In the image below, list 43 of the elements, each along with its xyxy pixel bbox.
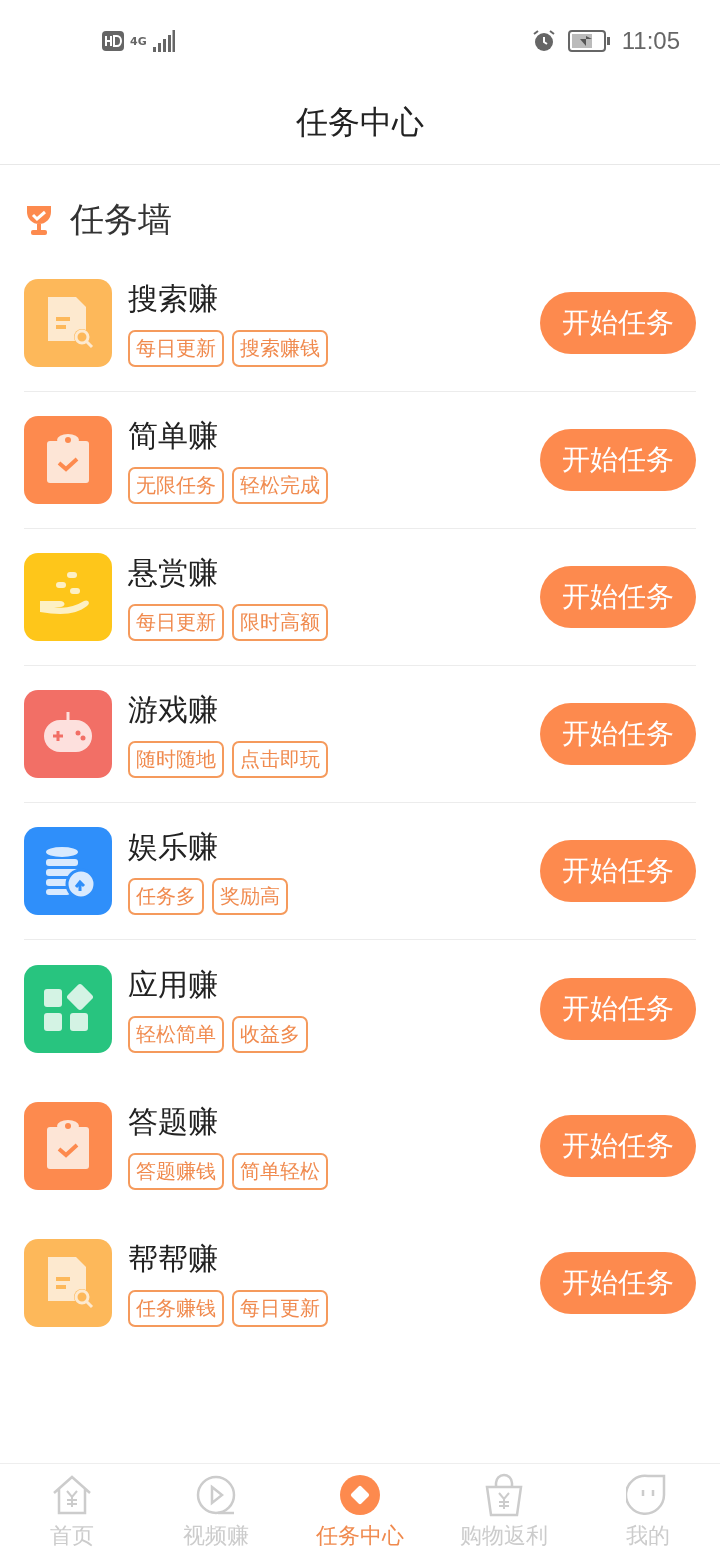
network-label: 4G xyxy=(130,34,147,48)
task-title: 帮帮赚 xyxy=(128,1239,219,1278)
signal-icon xyxy=(152,30,175,52)
start-task-button[interactable]: 开始任务 xyxy=(540,566,696,628)
start-task-button[interactable]: 开始任务 xyxy=(540,292,696,354)
start-task-button[interactable]: 开始任务 xyxy=(540,429,696,491)
clock-time: 11:05 xyxy=(621,27,680,55)
task-title: 娱乐赚 xyxy=(128,828,219,866)
tag: 搜索赚钱 xyxy=(232,330,328,367)
tag: 无限任务 xyxy=(128,467,224,504)
tag: 每日更新 xyxy=(128,330,224,367)
hd-icon xyxy=(102,31,124,51)
page-title: 任务中心 xyxy=(296,102,424,143)
start-task-button[interactable]: 开始任务 xyxy=(540,703,696,765)
task-title: 答题赚 xyxy=(128,1102,219,1141)
battery-icon xyxy=(567,30,610,52)
tag: 每日更新 xyxy=(128,604,224,641)
task-title: 应用赚 xyxy=(128,965,219,1004)
tag: 轻松简单 xyxy=(128,1015,224,1053)
tag: 限时高额 xyxy=(232,604,328,641)
tag: 简单轻松 xyxy=(232,1152,328,1190)
task-title: 搜索赚 xyxy=(128,280,219,318)
tag: 任务赚钱 xyxy=(128,1289,224,1327)
section-title: 任务墙 xyxy=(70,198,172,241)
tag: 奖励高 xyxy=(212,878,288,915)
start-task-button[interactable]: 开始任务 xyxy=(540,840,696,902)
task-title: 简单赚 xyxy=(128,417,219,455)
tag: 每日更新 xyxy=(232,1289,328,1327)
play-icon xyxy=(194,1473,238,1517)
tag: 收益多 xyxy=(232,1015,308,1053)
start-task-button[interactable]: 开始任务 xyxy=(540,977,696,1040)
start-task-button[interactable]: 开始任务 xyxy=(540,1114,696,1177)
tag: 答题赚钱 xyxy=(128,1152,224,1190)
task-title: 游戏赚 xyxy=(128,691,219,729)
tag: 任务多 xyxy=(128,878,204,915)
task-title: 悬赏赚 xyxy=(128,554,219,592)
tag: 轻松完成 xyxy=(232,467,328,504)
nav-tab[interactable]: 任务中心 xyxy=(288,1464,432,1560)
tag: 点击即玩 xyxy=(232,741,328,778)
alarm-icon xyxy=(531,29,556,53)
start-task-button[interactable]: 开始任务 xyxy=(540,1251,696,1314)
tag: 随时随地 xyxy=(128,741,224,778)
trophy-icon xyxy=(24,204,54,236)
